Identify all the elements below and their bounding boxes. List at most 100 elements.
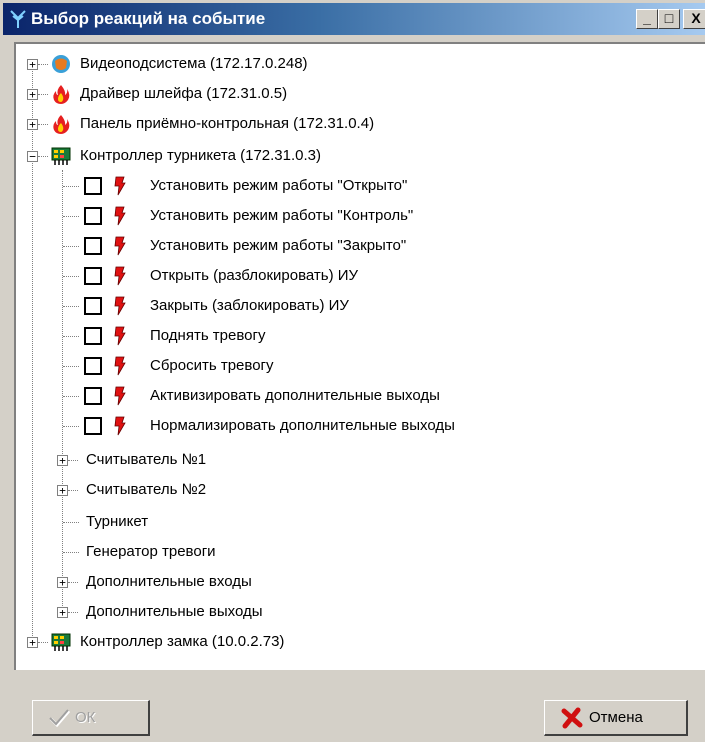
tree-connector	[63, 336, 79, 337]
tree-node-extra-outputs[interactable]: + Дополнительные выходы	[16, 598, 696, 626]
expand-icon[interactable]: +	[57, 455, 68, 466]
alarm-icon	[114, 176, 126, 196]
action-checkbox[interactable]	[84, 267, 102, 285]
video-subsystem-icon	[52, 55, 70, 73]
alarm-icon	[114, 416, 126, 436]
tree-connector	[68, 460, 78, 461]
tree-connector	[63, 306, 79, 307]
action-checkbox[interactable]	[84, 177, 102, 195]
expand-icon[interactable]: +	[57, 485, 68, 496]
cancel-button[interactable]: Отмена	[544, 700, 688, 736]
reaction-tree[interactable]: + Видеоподсистема (172.17.0.248) + Драйв…	[14, 42, 705, 670]
tree-node-extra-inputs[interactable]: + Дополнительные входы	[16, 568, 696, 596]
tree-node-label: Контроллер турникета (172.31.0.3)	[80, 147, 321, 164]
action-label: Установить режим работы "Контроль"	[150, 207, 414, 224]
tree-connector	[38, 64, 48, 65]
ok-button[interactable]: ОК	[32, 700, 150, 736]
action-item[interactable]: Сбросить тревогу	[16, 352, 696, 380]
expand-icon[interactable]: +	[27, 637, 38, 648]
action-item[interactable]: Установить режим работы "Контроль"	[16, 202, 696, 230]
alarm-icon	[114, 356, 126, 376]
reaction-selection-dialog: Выбор реакций на событие _ □ X + Видеопо…	[0, 0, 705, 742]
tree-node-label: Контроллер замка (10.0.2.73)	[80, 633, 285, 650]
tree-node-label: Панель приёмно-контрольная (172.31.0.4)	[80, 115, 375, 132]
action-checkbox[interactable]	[84, 417, 102, 435]
alarm-icon	[114, 236, 126, 256]
tree-node-turnstile-controller[interactable]: − Контроллер турникета (172.31.0.3)	[16, 142, 696, 170]
cross-icon	[561, 707, 583, 729]
checkmark-icon	[49, 709, 71, 727]
alarm-icon	[114, 266, 126, 286]
collapse-icon[interactable]: −	[27, 151, 38, 162]
expand-icon[interactable]: +	[27, 89, 38, 100]
tree-node-loop-driver[interactable]: + Драйвер шлейфа (172.31.0.5)	[16, 80, 696, 108]
tree-node-video-subsystem[interactable]: + Видеоподсистема (172.17.0.248)	[16, 50, 696, 78]
alarm-icon	[114, 296, 126, 316]
action-label: Сбросить тревогу	[150, 357, 274, 374]
minimize-button[interactable]: _	[636, 9, 658, 29]
tree-node-label: Турникет	[86, 513, 149, 530]
tree-connector	[38, 642, 48, 643]
action-checkbox[interactable]	[84, 207, 102, 225]
tree-connector	[68, 612, 78, 613]
alarm-icon	[114, 326, 126, 346]
tree-connector	[63, 366, 79, 367]
tree-node-label: Считыватель №2	[86, 481, 207, 498]
tree-connector	[68, 582, 78, 583]
tree-node-label: Драйвер шлейфа (172.31.0.5)	[80, 85, 288, 102]
tree-node-turnstile[interactable]: Турникет	[16, 508, 696, 536]
action-item[interactable]: Закрыть (заблокировать) ИУ	[16, 292, 696, 320]
ok-label: ОК	[75, 709, 96, 726]
tree-node-label: Генератор тревоги	[86, 543, 216, 560]
expand-icon[interactable]: +	[27, 59, 38, 70]
action-label: Установить режим работы "Открыто"	[150, 177, 408, 194]
action-item[interactable]: Установить режим работы "Закрыто"	[16, 232, 696, 260]
tree-node-reader-1[interactable]: + Считыватель №1	[16, 446, 696, 474]
tree-node-lock-controller[interactable]: + Контроллер замка (10.0.2.73)	[16, 628, 696, 656]
action-checkbox[interactable]	[84, 327, 102, 345]
close-button[interactable]: X	[683, 9, 705, 29]
window-title: Выбор реакций на событие	[31, 9, 266, 28]
tree-node-label: Дополнительные входы	[86, 573, 252, 590]
cancel-label: Отмена	[589, 709, 643, 726]
fire-icon	[53, 115, 70, 134]
tree-connector	[38, 94, 48, 95]
action-label: Открыть (разблокировать) ИУ	[150, 267, 359, 284]
action-item[interactable]: Установить режим работы "Открыто"	[16, 172, 696, 200]
expand-icon[interactable]: +	[57, 607, 68, 618]
action-item[interactable]: Открыть (разблокировать) ИУ	[16, 262, 696, 290]
tree-connector	[63, 186, 79, 187]
tree-node-control-panel[interactable]: + Панель приёмно-контрольная (172.31.0.4…	[16, 110, 696, 138]
tree-connector	[38, 156, 48, 157]
tree-connector	[63, 552, 79, 553]
title-bar[interactable]: Выбор реакций на событие _ □ X	[3, 3, 705, 35]
action-label: Нормализировать дополнительные выходы	[150, 417, 455, 434]
tree-node-label: Дополнительные выходы	[86, 603, 263, 620]
dialog-footer: ОК Отмена	[14, 676, 705, 742]
app-logo-icon	[10, 10, 26, 28]
action-item[interactable]: Нормализировать дополнительные выходы	[16, 412, 696, 440]
action-checkbox[interactable]	[84, 357, 102, 375]
action-item[interactable]: Поднять тревогу	[16, 322, 696, 350]
action-item[interactable]: Активизировать дополнительные выходы	[16, 382, 696, 410]
fire-icon	[53, 85, 70, 104]
tree-connector	[63, 396, 79, 397]
tree-connector	[63, 522, 79, 523]
tree-node-label: Считыватель №1	[86, 451, 207, 468]
action-checkbox[interactable]	[84, 387, 102, 405]
action-label: Активизировать дополнительные выходы	[150, 387, 440, 404]
expand-icon[interactable]: +	[27, 119, 38, 130]
tree-connector	[63, 216, 79, 217]
action-checkbox[interactable]	[84, 237, 102, 255]
tree-node-reader-2[interactable]: + Считыватель №2	[16, 476, 696, 504]
alarm-icon	[114, 206, 126, 226]
action-label: Поднять тревогу	[150, 327, 266, 344]
tree-connector	[63, 246, 79, 247]
action-label: Закрыть (заблокировать) ИУ	[150, 297, 349, 314]
action-label: Установить режим работы "Закрыто"	[150, 237, 407, 254]
maximize-button[interactable]: □	[658, 9, 680, 29]
action-checkbox[interactable]	[84, 297, 102, 315]
controller-icon	[51, 147, 71, 165]
expand-icon[interactable]: +	[57, 577, 68, 588]
tree-node-alarm-generator[interactable]: Генератор тревоги	[16, 538, 696, 566]
